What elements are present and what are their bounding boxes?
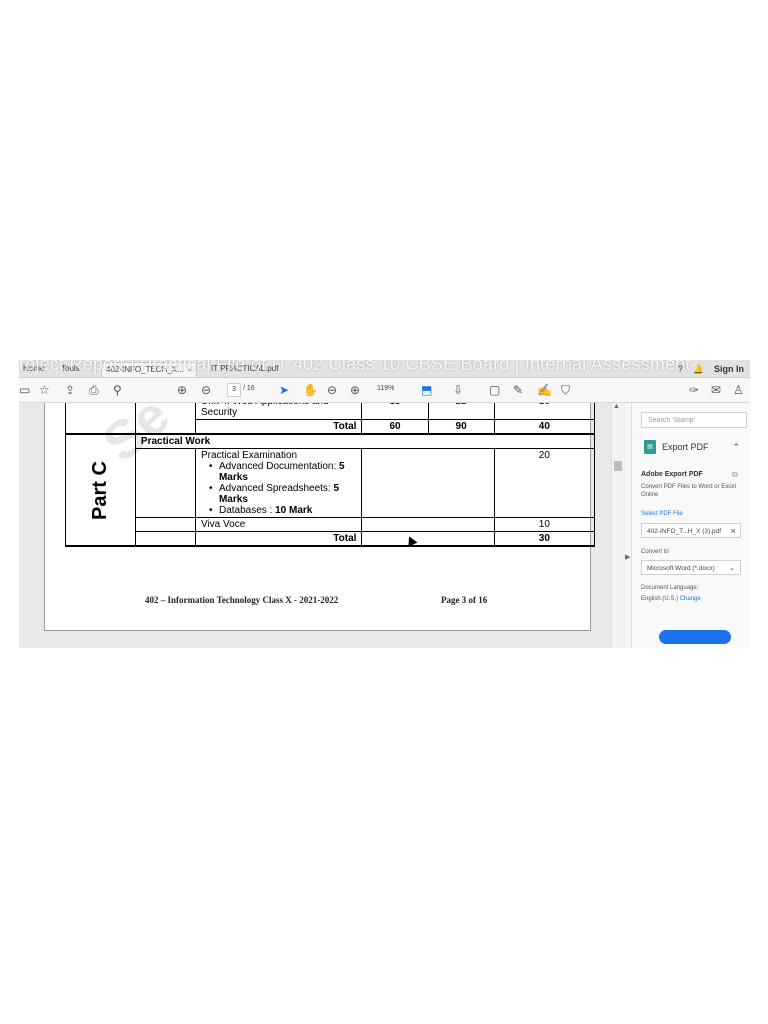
page-fit-icon[interactable]: ⬒ — [421, 382, 432, 398]
right-tools-panel: Search 'Stamp' ▤ Export PDF ⌃ Adobe Expo… — [631, 403, 750, 648]
zoom-level-dropdown[interactable]: 119% — [377, 383, 394, 395]
document-language-label: Document Language: — [641, 585, 699, 591]
zoom-out-icon[interactable]: ⊖ — [327, 382, 337, 398]
video-title-overlay: roject Report | Practical File of IT 402… — [19, 360, 691, 374]
chevron-up-icon[interactable]: ⌃ — [733, 442, 741, 453]
blank-cell — [361, 531, 495, 547]
part-cell-empty — [65, 419, 136, 435]
marks-cell: 22 — [427, 403, 495, 420]
selected-file-field[interactable]: 402-INFO_T...H_X (3).pdf × — [641, 523, 741, 538]
scroll-up-icon[interactable]: ▲ — [613, 403, 620, 410]
marks-cell: 10 — [493, 517, 596, 532]
practical-exam-cell: Practical Examination Advanced Documenta… — [194, 448, 363, 518]
blank-cell — [361, 448, 495, 518]
part-cell-empty — [65, 403, 136, 420]
table-row: Total 30 — [66, 531, 596, 547]
convert-format-select[interactable]: Microsoft Word (*.docx) ⌄ — [641, 560, 741, 575]
export-pdf-header[interactable]: ▤ Export PDF ⌃ — [644, 439, 740, 455]
convert-button[interactable] — [659, 630, 731, 644]
select-tool-icon[interactable]: ➤ — [279, 382, 289, 398]
total-cell: 40 — [493, 419, 596, 435]
total-label: Total — [194, 531, 363, 547]
marks-table: TERM II Unit 4: Web Applications and Sec… — [65, 403, 596, 547]
draw-icon[interactable]: ✍ — [537, 382, 552, 398]
stamp-icon[interactable]: ⛉ — [561, 382, 570, 398]
previous-page-icon[interactable]: ⊕ — [177, 382, 187, 398]
marks-cell: 20 — [493, 448, 596, 518]
marks-cell: 10 — [493, 403, 596, 420]
print-icon[interactable]: ⎙ — [89, 382, 99, 398]
total-cell: 60 — [361, 419, 429, 435]
document-language-value: English (U.S.) — [641, 596, 679, 602]
fill-sign-icon[interactable]: ✑ — [689, 382, 699, 398]
list-item: Databases : 10 Mark — [209, 505, 356, 516]
zoom-search-icon[interactable]: ⚲ — [113, 382, 122, 398]
acrobat-window: Home Tools 402-INFO_TECH_X... × IT PRACTI… — [19, 360, 750, 648]
export-pdf-label: Export PDF — [662, 442, 709, 452]
convert-to-label: Convert to — [641, 549, 669, 555]
term-label: TERM II — [134, 403, 196, 420]
list-item: Advanced Spreadsheets: 5 Marks — [209, 483, 356, 505]
hand-tool-icon[interactable]: ✋ — [303, 382, 318, 398]
total-cell: 90 — [427, 419, 495, 435]
email-icon[interactable]: ✉ — [711, 382, 721, 398]
pdf-page: Se TERM II Unit 4: Web Applications and … — [44, 403, 596, 631]
remove-file-icon[interactable]: × — [731, 524, 736, 539]
toolbar: ▭ ☆ ⇪ ⎙ ⚲ ⊕ ⊖ 3 / 16 ➤ ✋ ⊖ ⊕ 119% ⬒ ⇩ ▢ … — [19, 378, 750, 403]
chevron-down-icon: ⌄ — [729, 565, 735, 572]
practical-exam-label: Practical Examination — [200, 450, 298, 461]
panel-description: Convert PDF Files to Word or Excel Onlin… — [641, 484, 736, 498]
part-c-label: Part C — [65, 433, 136, 547]
selected-file-name: 402-INFO_T...H_X (3).pdf — [647, 528, 722, 535]
tool-search-input[interactable]: Search 'Stamp' — [641, 412, 747, 428]
page-count: / 16 — [243, 385, 255, 392]
panel-section-title: Adobe Export PDF — [641, 471, 703, 478]
footer-title: 402 – Information Technology Class X - 2… — [145, 595, 339, 605]
list-item: Advanced Documentation: 5 Marks — [209, 461, 356, 483]
practical-items-list: Advanced Documentation: 5 Marks Advanced… — [201, 461, 356, 516]
table-row: Viva Voce 10 — [66, 517, 596, 532]
table-row: Part C Practical Work — [65, 433, 596, 547]
total-label: Total — [194, 419, 363, 435]
save-icon[interactable]: ▭ — [19, 382, 30, 398]
export-pdf-icon: ▤ — [644, 440, 656, 454]
upload-icon[interactable]: ⇪ — [65, 382, 75, 398]
total-cell: 30 — [493, 531, 596, 547]
page-number-input[interactable]: 3 — [227, 383, 241, 397]
part-c-text: Part C — [88, 460, 111, 520]
scrollbar-thumb[interactable] — [614, 461, 622, 471]
page-footer: 402 – Information Technology Class X - 2… — [145, 595, 565, 605]
share-user-icon[interactable]: ♙ — [733, 382, 744, 398]
document-language-row: English (U.S.) Change — [641, 596, 701, 602]
blank-cell — [361, 517, 495, 532]
term-cell-empty — [134, 448, 196, 518]
vertical-scrollbar[interactable]: ▲ — [611, 403, 626, 648]
term-cell-empty — [134, 531, 196, 547]
next-page-icon[interactable]: ⊖ — [201, 382, 211, 398]
bookmark-star-icon[interactable]: ☆ — [39, 382, 50, 398]
table-row: Practical Examination Advanced Documenta… — [66, 448, 596, 518]
section-title: Practical Work — [134, 433, 596, 449]
convert-format-value: Microsoft Word (*.docx) — [647, 565, 715, 572]
comment-icon[interactable]: ▢ — [489, 382, 500, 398]
expand-panel-icon[interactable]: ▶ — [625, 553, 630, 561]
footer-page-number: Page 3 of 16 — [441, 595, 488, 605]
table-row: TERM II Unit 4: Web Applications and Sec… — [65, 403, 596, 420]
term-cell-empty — [134, 419, 196, 435]
highlight-pen-icon[interactable]: ✎ — [513, 382, 523, 398]
table-row: Total 60 90 40 — [65, 419, 596, 435]
copy-icon[interactable]: ⧉ — [732, 470, 738, 480]
zoom-in-icon[interactable]: ⊕ — [350, 382, 360, 398]
viva-label: Viva Voce — [194, 517, 363, 532]
scroll-mode-icon[interactable]: ⇩ — [453, 382, 463, 398]
topic-cell: Unit 4: Web Applications and Security — [194, 403, 363, 420]
select-file-label: Select PDF File — [641, 511, 683, 517]
marks-cell: 15 — [361, 403, 429, 420]
change-language-link[interactable]: Change — [680, 596, 701, 602]
document-view[interactable]: Se TERM II Unit 4: Web Applications and … — [19, 403, 611, 648]
term-cell-empty — [134, 517, 196, 532]
